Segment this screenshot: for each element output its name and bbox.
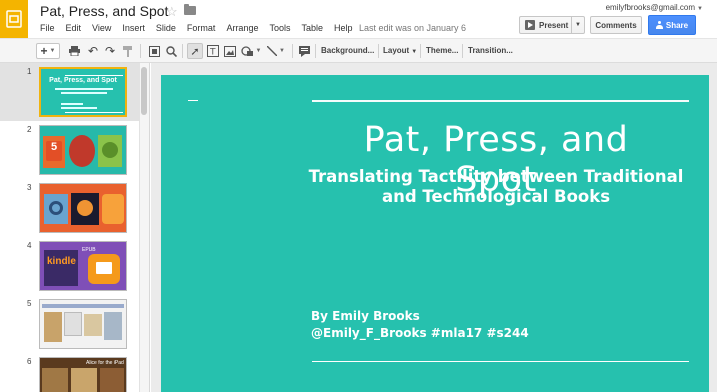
slide-subtitle[interactable]: Translating Tactility between Traditiona… [306, 167, 686, 207]
toolbar-divider [292, 44, 293, 58]
present-label: Present [539, 20, 569, 30]
menu-format[interactable]: Format [187, 23, 216, 33]
slide-thumbnail: Pat, Press, and Spot [39, 67, 127, 117]
last-edit-status[interactable]: Last edit was on January 6 [359, 23, 466, 33]
theme-button[interactable]: Theme... [426, 46, 458, 55]
current-slide[interactable]: Pat, Press, and Spot Translating Tactili… [161, 75, 709, 392]
redo-icon[interactable]: ↷ [102, 43, 118, 59]
menu-view[interactable]: View [92, 23, 111, 33]
play-icon [525, 20, 535, 30]
account-email: emilyfbrooks@gmail.com [605, 3, 696, 12]
plus-icon: + [40, 44, 48, 58]
menu-slide[interactable]: Slide [156, 23, 176, 33]
slide-filmstrip: 1 Pat, Press, and Spot 2 5 3 4 kindle EP… [0, 63, 150, 392]
chevron-down-icon: ▼ [411, 49, 418, 55]
filmstrip-slide[interactable]: 5 [0, 295, 139, 353]
subtitle-line-1: Translating Tactility between Traditiona… [308, 167, 684, 186]
new-slide-button[interactable]: + ▼ [36, 43, 60, 59]
app-header: Pat, Press, and Spot ☆ File Edit View In… [0, 0, 717, 38]
line-icon[interactable]: ▼ [264, 43, 288, 59]
slides-logo-icon [6, 10, 22, 28]
slide-thumbnail: Alice for the iPad [39, 357, 127, 392]
slide-thumbnail: kindle EPUB [39, 241, 127, 291]
layout-label: Layout [383, 46, 410, 55]
filmstrip-slide[interactable]: 6 Alice for the iPad [0, 353, 139, 392]
thumbnail-alice-text: Alice for the iPad [86, 360, 124, 366]
person-icon [655, 21, 663, 29]
author-handle: @Emily_F_Brooks #mla17 #s244 [311, 326, 529, 340]
comment-icon[interactable] [297, 43, 311, 59]
slide-number: 3 [27, 183, 32, 192]
share-label: Share [665, 20, 689, 30]
filmstrip-slide[interactable]: 3 [0, 179, 139, 237]
document-title[interactable]: Pat, Press, and Spot [40, 3, 168, 19]
account-menu[interactable]: emilyfbrooks@gmail.com ▼ [606, 3, 703, 12]
toolbar-divider [420, 44, 421, 58]
slide-thumbnail [39, 183, 127, 233]
chevron-down-icon: ▼ [697, 6, 703, 12]
thumbnail-epub-text: EPUB [82, 247, 96, 253]
author-name: By Emily Brooks [311, 309, 420, 323]
layout-button[interactable]: Layout ▼ [383, 46, 417, 55]
slide-number: 2 [27, 125, 32, 134]
undo-icon[interactable]: ↶ [85, 43, 101, 59]
select-cursor-icon[interactable]: ➚ [187, 43, 203, 59]
toolbar-divider [378, 44, 379, 58]
slide-thumbnail [39, 299, 127, 349]
zoom-icon[interactable] [164, 43, 178, 59]
slide-canvas-area: Pat, Press, and Spot Translating Tactili… [151, 63, 717, 392]
filmstrip-slide[interactable]: 2 5 [0, 121, 139, 179]
chevron-down-icon: ▼ [279, 48, 285, 54]
svg-text:T: T [209, 48, 216, 58]
share-button[interactable]: Share [648, 15, 696, 35]
menu-insert[interactable]: Insert [122, 23, 145, 33]
slide-thumbnail: 5 [39, 125, 127, 175]
transition-button[interactable]: Transition... [468, 46, 513, 55]
star-icon[interactable]: ☆ [166, 4, 178, 20]
background-button[interactable]: Background... [321, 46, 374, 55]
toolbar: + ▼ ↶ ↷ ➚ T ▼ ▼ Background... Layout ▼ T… [0, 38, 717, 98]
menu-table[interactable]: Table [301, 23, 323, 33]
present-dropdown-icon[interactable]: ▼ [571, 17, 584, 33]
print-icon[interactable] [66, 43, 82, 59]
toolbar-divider [140, 44, 141, 58]
zoom-fit-icon[interactable] [146, 43, 162, 59]
chevron-down-icon: ▼ [255, 48, 262, 54]
bottom-rule [312, 361, 689, 362]
filmstrip-slide[interactable]: 1 Pat, Press, and Spot [0, 63, 139, 121]
slide-number: 1 [27, 67, 32, 76]
subtitle-line-2: and Technological Books [381, 187, 611, 206]
menu-arrange[interactable]: Arrange [226, 23, 258, 33]
chevron-down-icon: ▼ [49, 48, 56, 54]
slide-number: 5 [27, 299, 32, 308]
thumbnail-title: Pat, Press, and Spot [49, 77, 117, 84]
slides-editor-window: Pat, Press, and Spot ☆ File Edit View In… [0, 0, 717, 392]
menu-file[interactable]: File [40, 23, 55, 33]
slides-logo[interactable] [0, 0, 28, 38]
menu-help[interactable]: Help [334, 23, 353, 33]
folder-icon[interactable] [184, 4, 196, 15]
toolbar-divider [462, 44, 463, 58]
menu-bar: File Edit View Insert Slide Format Arran… [40, 23, 364, 33]
menu-edit[interactable]: Edit [66, 23, 82, 33]
present-button[interactable]: Present ▼ [519, 16, 585, 34]
text-box-icon[interactable]: T [205, 43, 221, 59]
slide-number: 4 [27, 241, 32, 250]
image-icon[interactable] [222, 43, 238, 59]
decorative-line [188, 100, 198, 101]
filmstrip-slide[interactable]: 4 kindle EPUB [0, 237, 139, 295]
filmstrip-scroll-thumb[interactable] [141, 67, 147, 115]
thumbnail-kindle-text: kindle [47, 256, 76, 267]
slide-number: 6 [27, 357, 32, 366]
toolbar-divider [182, 44, 183, 58]
toolbar-divider [315, 44, 316, 58]
slide-author-block[interactable]: By Emily Brooks @Emily_F_Brooks #mla17 #… [311, 308, 529, 342]
shape-icon[interactable]: ▼ [239, 43, 263, 59]
paint-format-icon[interactable] [120, 43, 136, 59]
menu-tools[interactable]: Tools [269, 23, 290, 33]
comments-button[interactable]: Comments [590, 16, 642, 34]
top-rule [312, 100, 689, 102]
